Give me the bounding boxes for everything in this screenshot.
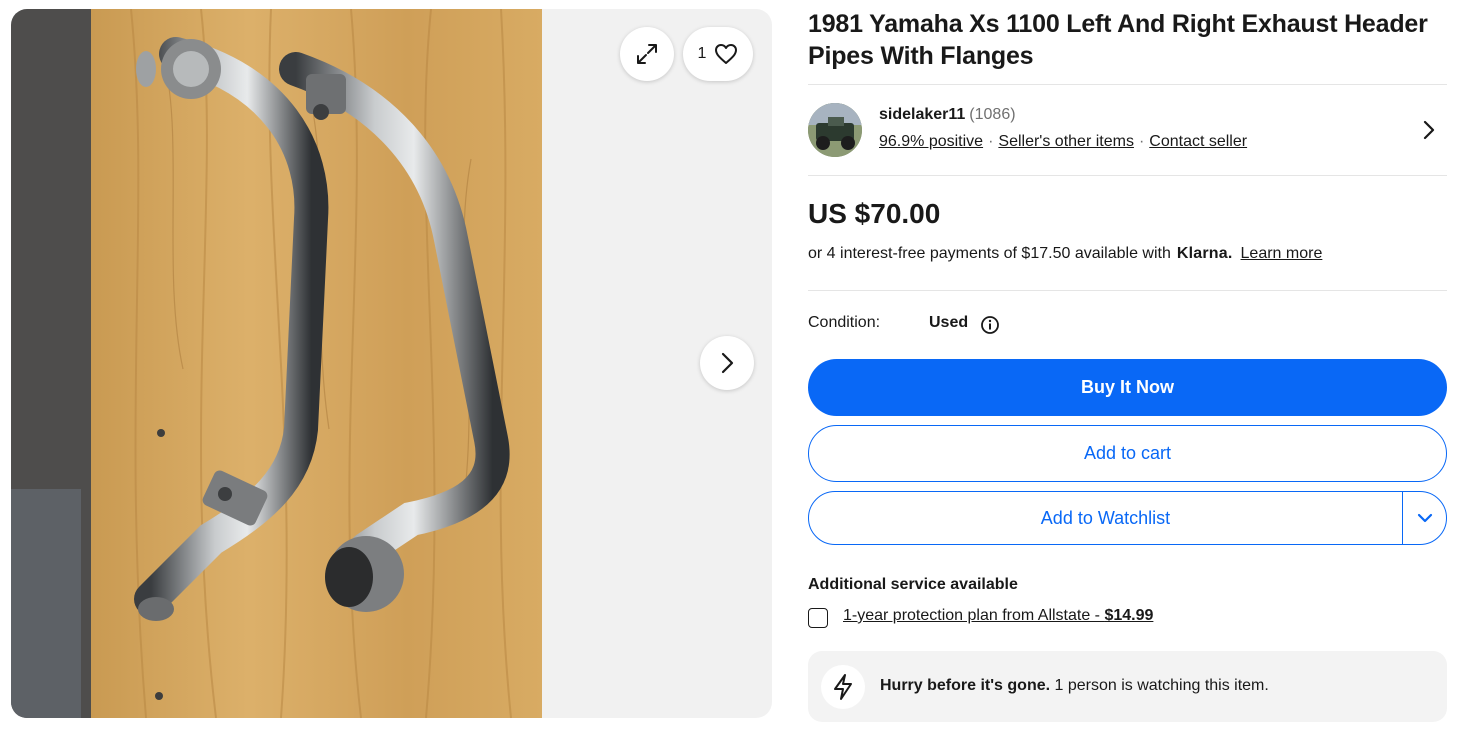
protection-plan-link[interactable]: 1-year protection plan from Allstate - $…	[843, 607, 1153, 625]
watch-count-button[interactable]: 1	[683, 27, 753, 81]
divider	[808, 290, 1447, 291]
klarna-logo: Klarna.	[1176, 245, 1233, 262]
watchlist-split-button: Add to Watchlist	[808, 491, 1447, 545]
seller-avatar[interactable]	[808, 103, 862, 157]
listing-title: 1981 Yamaha Xs 1100 Left And Right Exhau…	[808, 10, 1428, 70]
separator-dot: ·	[988, 133, 994, 150]
info-icon[interactable]	[980, 315, 1000, 335]
protection-plan-text: 1-year protection plan from Allstate -	[843, 607, 1105, 624]
condition-label: Condition:	[808, 314, 881, 331]
avatar-image	[808, 103, 862, 157]
divider	[808, 175, 1447, 176]
add-to-cart-button[interactable]: Add to cart	[808, 425, 1447, 482]
expand-image-button[interactable]	[620, 27, 674, 81]
learn-more-link[interactable]: Learn more	[1241, 245, 1323, 262]
watch-count: 1	[697, 45, 707, 62]
exhaust-pipes-image	[11, 9, 542, 718]
urgency-banner: Hurry before it's gone. 1 person is watc…	[808, 651, 1447, 722]
seller-links: 96.9% positive · Seller's other items · Cont…	[879, 133, 1247, 151]
expand-icon	[637, 44, 657, 64]
heart-icon	[715, 44, 738, 64]
seller-name[interactable]: sidelaker11	[879, 106, 965, 123]
urgency-text: Hurry before it's gone. 1 person is watc…	[880, 677, 1269, 695]
sellers-other-items-link[interactable]: Seller's other items	[998, 133, 1134, 150]
next-image-button[interactable]	[700, 336, 754, 390]
condition-row: Condition: Used	[808, 314, 999, 334]
installments-text: or 4 interest-free payments of $17.50 av…	[808, 245, 1171, 262]
protection-plan-price: $14.99	[1104, 607, 1154, 624]
image-gallery: 1	[11, 9, 772, 718]
divider	[808, 84, 1447, 85]
product-photo[interactable]	[11, 9, 542, 718]
urgency-detail: 1 person is watching this item.	[1050, 677, 1269, 694]
chevron-down-icon	[1417, 513, 1432, 523]
item-price: US $70.00	[808, 198, 941, 229]
lightning-icon	[821, 665, 865, 709]
chevron-right-icon[interactable]	[1419, 119, 1439, 141]
positive-feedback-link[interactable]: 96.9% positive	[879, 133, 983, 150]
chevron-right-icon	[721, 352, 734, 374]
contact-seller-link[interactable]: Contact seller	[1149, 133, 1247, 150]
protection-plan-checkbox[interactable]	[808, 608, 828, 628]
additional-service-heading: Additional service available	[808, 576, 1018, 593]
seller-feedback-count: (1086)	[969, 106, 1016, 123]
separator-dot: ·	[1138, 133, 1145, 150]
condition-value: Used	[929, 314, 969, 331]
urgency-strong: Hurry before it's gone.	[880, 677, 1051, 694]
seller-card[interactable]: sidelaker11 (1086) 96.9% positive · Seller'…	[808, 103, 1447, 157]
installments-row: or 4 interest-free payments of $17.50 av…	[808, 245, 1322, 263]
add-to-watchlist-button[interactable]: Add to Watchlist	[809, 492, 1403, 544]
watchlist-dropdown-button[interactable]	[1403, 492, 1446, 544]
buy-it-now-button[interactable]: Buy It Now	[808, 359, 1447, 416]
seller-name-row: sidelaker11 (1086)	[879, 106, 1016, 124]
